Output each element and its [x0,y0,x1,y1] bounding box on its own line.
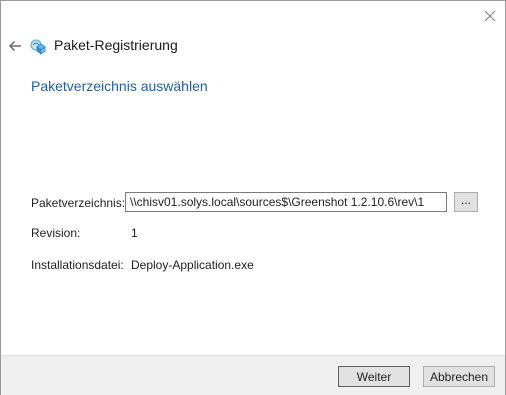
browse-button[interactable]: ... [454,192,478,212]
back-arrow-icon [8,40,21,52]
install-file-label: Installationsdatei: [31,258,124,272]
package-icon [28,36,48,56]
next-button[interactable]: Weiter [338,366,410,387]
back-button[interactable] [5,36,25,56]
directory-label: Paketverzeichnis: [31,196,126,210]
install-file-value: Deploy-Application.exe [131,258,254,272]
revision-value: 1 [131,226,138,240]
revision-label: Revision: [31,226,81,240]
header: Paket-Registrierung [1,34,461,58]
window-title: Paket-Registrierung [54,37,178,53]
page-heading: Paketverzeichnis auswählen [31,78,208,94]
close-icon [484,10,496,22]
close-button[interactable] [477,5,503,27]
dialog-window: Paket-Registrierung Paketverzeichnis aus… [0,0,506,395]
footer-bar: Weiter Abbrechen [1,355,505,395]
cancel-button[interactable]: Abbrechen [423,366,495,387]
directory-input[interactable] [125,192,447,212]
